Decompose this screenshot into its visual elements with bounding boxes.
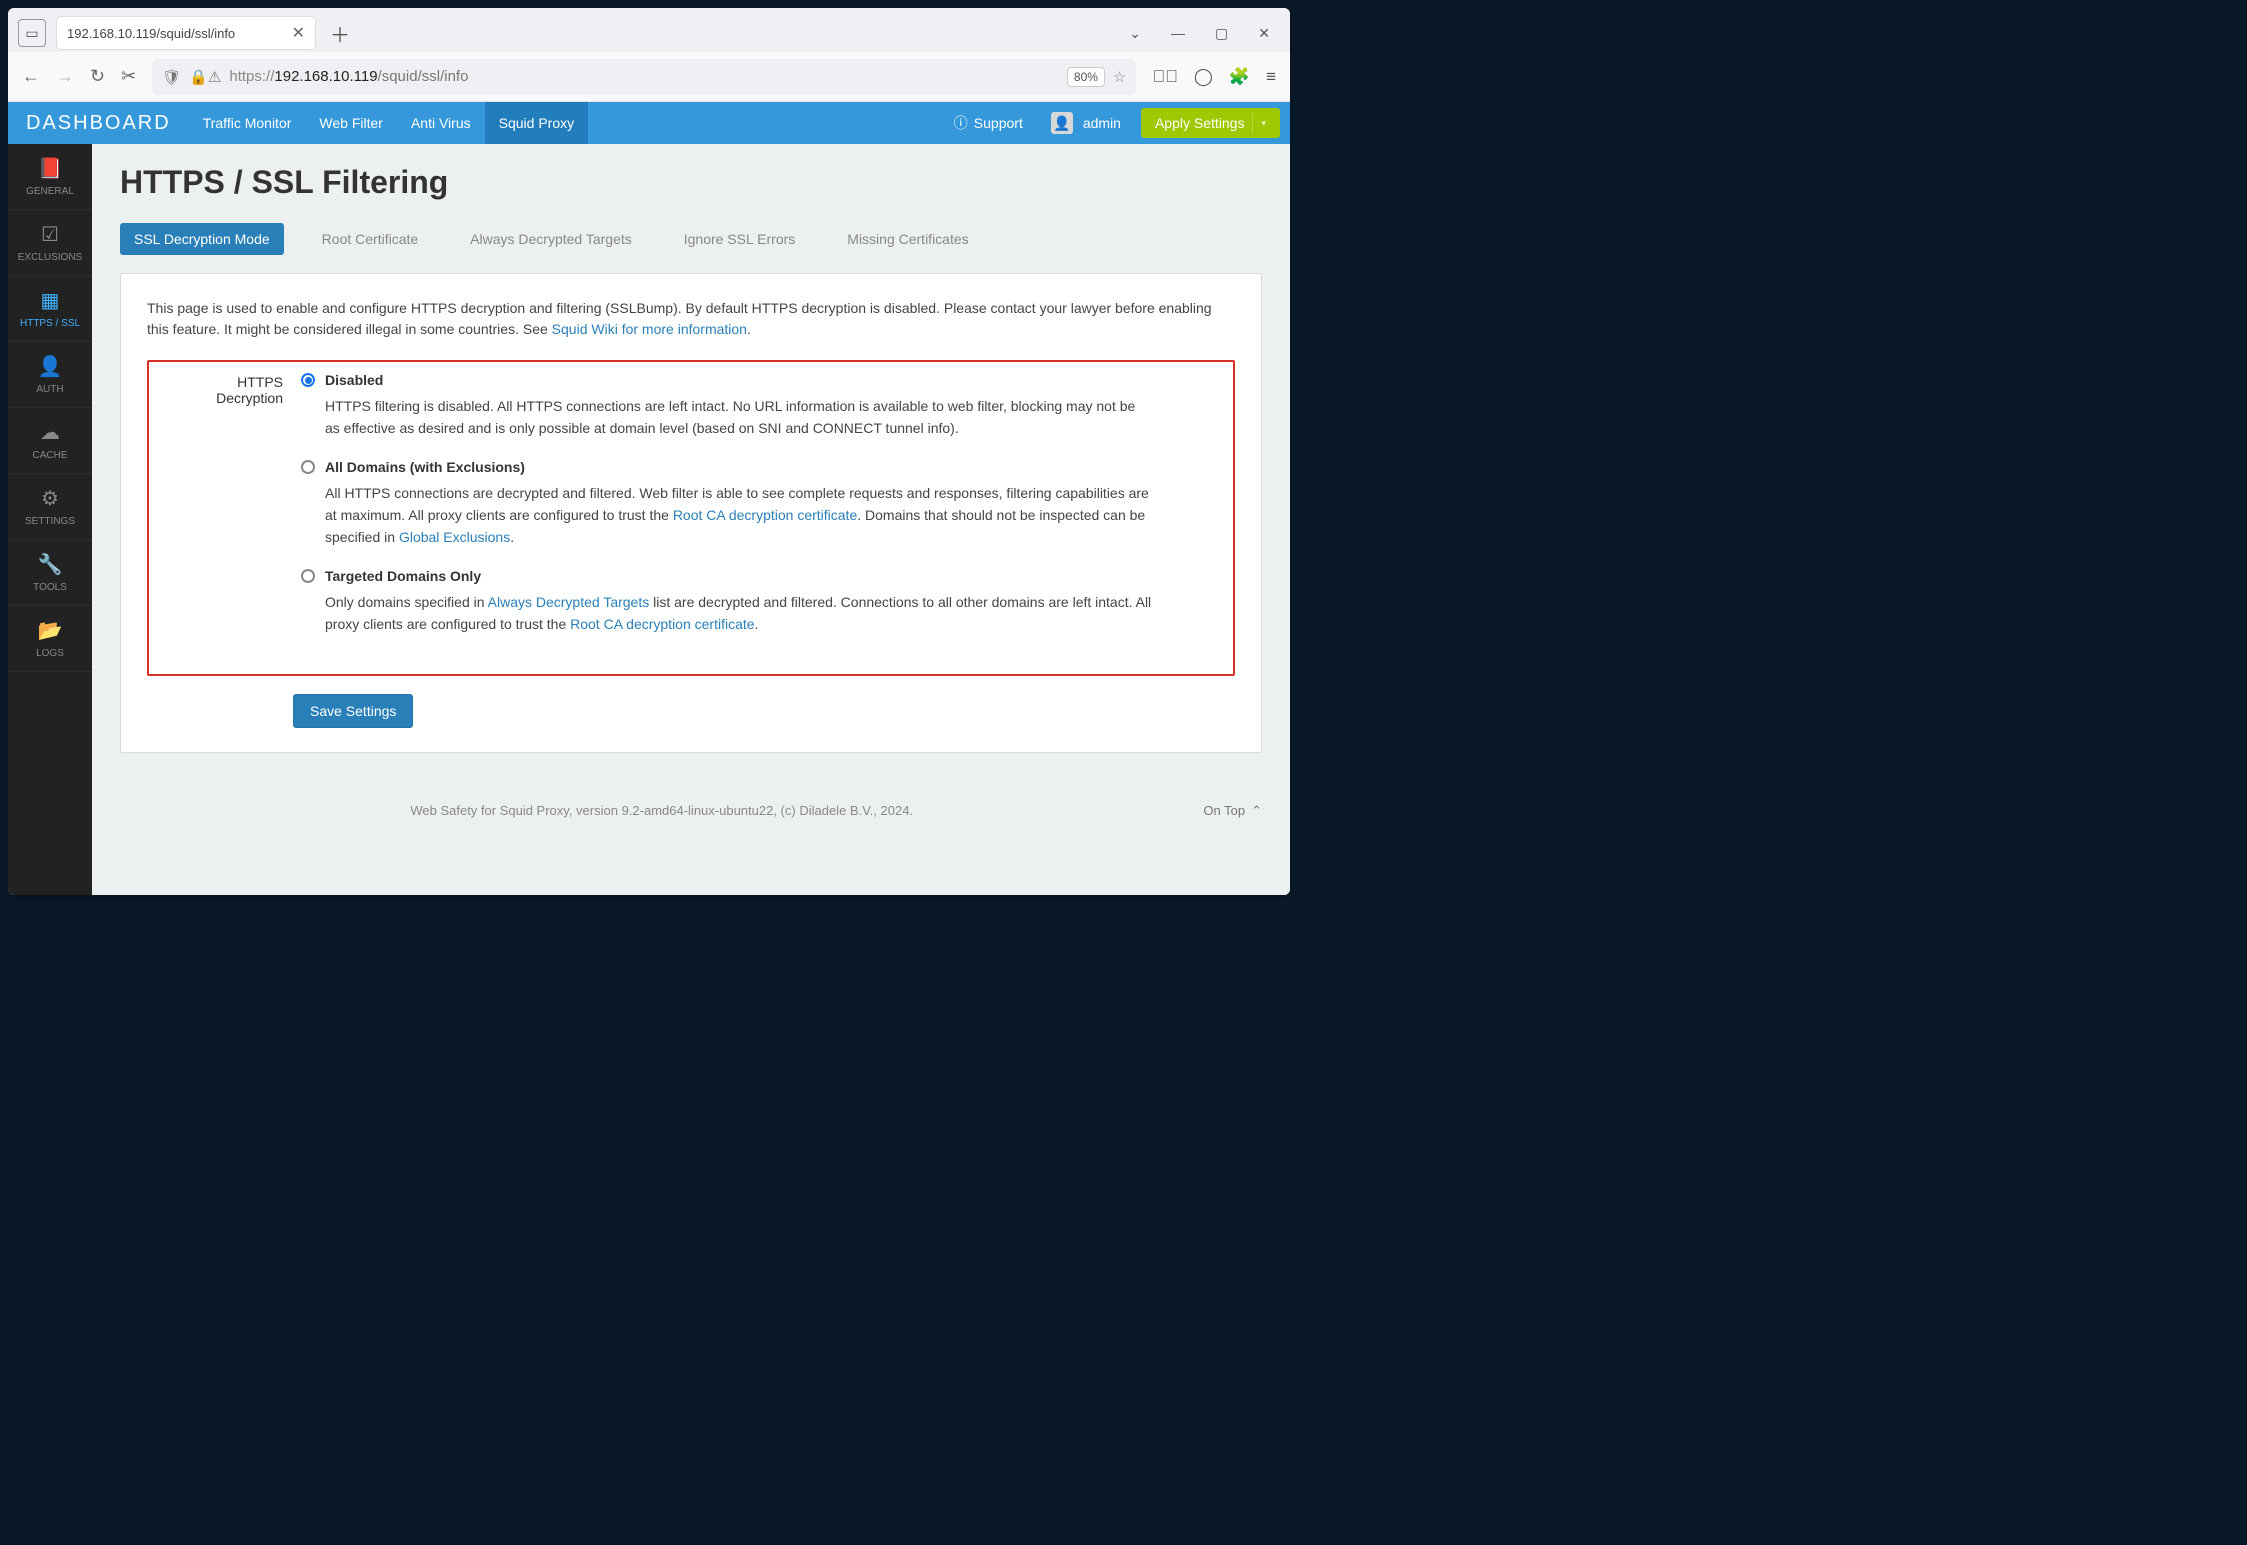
option-title: Disabled <box>325 372 383 388</box>
tab-title: 192.168.10.119/squid/ssl/info <box>67 26 235 41</box>
inline-link[interactable]: Root CA decryption certificate <box>673 507 857 523</box>
option-description: HTTPS filtering is disabled. All HTTPS c… <box>325 396 1153 439</box>
zoom-level[interactable]: 80% <box>1067 67 1105 87</box>
user-menu[interactable]: 👤 admin <box>1037 112 1135 134</box>
sidebar-item-label: EXCLUSIONS <box>18 252 82 263</box>
decryption-mode-form: HTTPS Decryption Disabled HTTPS filtering… <box>147 360 1235 676</box>
cloud-icon: ☁ <box>12 420 88 445</box>
squid-wiki-link[interactable]: Squid Wiki for more information <box>552 321 747 337</box>
sidebar-item-label: GENERAL <box>26 186 74 197</box>
user-icon: 👤 <box>12 354 88 379</box>
url-text: https://192.168.10.119/squid/ssl/info <box>229 68 1059 85</box>
restore-session-icon[interactable]: ▭ <box>18 19 46 47</box>
option-title: Targeted Domains Only <box>325 568 481 584</box>
radio-button[interactable] <box>301 373 315 387</box>
close-icon[interactable]: ✕ <box>292 23 305 43</box>
account-icon[interactable]: ◯ <box>1194 67 1213 87</box>
intro-text: This page is used to enable and configur… <box>147 298 1235 340</box>
tabs-dropdown-icon[interactable]: ⌄ <box>1129 25 1141 42</box>
chevron-up-icon: ⌃ <box>1251 803 1262 819</box>
form-label: HTTPS Decryption <box>173 372 301 656</box>
pocket-icon[interactable]: ⌄⃝ <box>1152 67 1178 87</box>
subtab-always-decrypted-targets[interactable]: Always Decrypted Targets <box>456 223 646 255</box>
sidebar-item-label: CACHE <box>32 450 67 461</box>
avatar-icon: 👤 <box>1051 112 1073 134</box>
shield-icon[interactable]: 🛡 <box>162 68 181 86</box>
apply-settings-button[interactable]: Apply Settings ▾ <box>1141 108 1280 138</box>
sidebar-item-label: HTTPS / SSL <box>20 318 80 329</box>
browser-toolbar: ← → ↻ ✂ 🛡 🔒⚠ https://192.168.10.119/squi… <box>8 52 1290 102</box>
browser-tab[interactable]: 192.168.10.119/squid/ssl/info ✕ <box>56 16 316 50</box>
inline-link[interactable]: Global Exclusions <box>399 529 510 545</box>
sidebar-item-https-ssl[interactable]: ▦ HTTPS / SSL <box>8 276 92 342</box>
sidebar-item-auth[interactable]: 👤 AUTH <box>8 342 92 408</box>
username: admin <box>1083 115 1121 131</box>
extensions-puzzle-icon[interactable]: 🧩 <box>1229 67 1250 87</box>
sidebar-item-settings[interactable]: ⚙ SETTINGS <box>8 474 92 540</box>
window-close-button[interactable]: ✕ <box>1258 25 1270 42</box>
top-nav: DASHBOARD Traffic MonitorWeb FilterAnti … <box>8 102 1290 144</box>
forward-button: → <box>56 66 74 87</box>
option-description: Only domains specified in Always Decrypt… <box>325 592 1153 635</box>
subtab-missing-certificates[interactable]: Missing Certificates <box>833 223 982 255</box>
gear-icon: ⚙ <box>12 486 88 511</box>
check-icon: ☑ <box>12 222 88 247</box>
sidebar-item-label: LOGS <box>36 648 64 659</box>
lock-warning-icon[interactable]: 🔒⚠ <box>189 68 221 86</box>
browser-window: ▭ 192.168.10.119/squid/ssl/info ✕ ＋ ⌄ — … <box>8 8 1290 895</box>
inline-link[interactable]: Root CA decryption certificate <box>570 616 754 632</box>
menu-icon[interactable]: ≡ <box>1266 67 1276 87</box>
folder-icon: 📂 <box>12 618 88 643</box>
subtab-ssl-decryption-mode[interactable]: SSL Decryption Mode <box>120 223 284 255</box>
on-top-link[interactable]: On Top ⌃ <box>1203 803 1262 819</box>
extensions-icon[interactable]: ✂ <box>121 66 136 87</box>
sidebar-item-cache[interactable]: ☁ CACHE <box>8 408 92 474</box>
sidebar-item-label: SETTINGS <box>25 516 75 527</box>
support-link[interactable]: ⓘ Support <box>940 113 1037 133</box>
option-title: All Domains (with Exclusions) <box>325 459 525 475</box>
subtab-root-certificate[interactable]: Root Certificate <box>308 223 432 255</box>
back-button[interactable]: ← <box>22 66 40 87</box>
option-disabled: Disabled HTTPS filtering is disabled. All… <box>301 372 1153 439</box>
page-title: HTTPS / SSL Filtering <box>120 164 1262 201</box>
wrench-icon: 🔧 <box>12 552 88 577</box>
window-maximize-button[interactable]: ▢ <box>1215 25 1228 42</box>
sidebar-item-label: TOOLS <box>33 582 67 593</box>
main-content: HTTPS / SSL Filtering SSL Decryption Mod… <box>92 144 1290 895</box>
topnav-item-squid-proxy[interactable]: Squid Proxy <box>485 102 588 144</box>
sidebar-item-tools[interactable]: 🔧 TOOLS <box>8 540 92 606</box>
subtab-ignore-ssl-errors[interactable]: Ignore SSL Errors <box>670 223 810 255</box>
topnav-item-web-filter[interactable]: Web Filter <box>305 102 397 144</box>
window-minimize-button[interactable]: — <box>1171 25 1185 41</box>
brand[interactable]: DASHBOARD <box>8 112 189 135</box>
bookmark-icon[interactable]: ☆ <box>1113 68 1126 86</box>
sidebar: 📕 GENERAL ☑ EXCLUSIONS ▦ HTTPS / SSL 👤 AUTH ☁ CAC… <box>8 144 92 895</box>
sidebar-item-label: AUTH <box>36 384 63 395</box>
content-panel: This page is used to enable and configur… <box>120 273 1262 753</box>
save-settings-button[interactable]: Save Settings <box>293 694 413 728</box>
topnav-item-traffic-monitor[interactable]: Traffic Monitor <box>189 102 306 144</box>
info-icon: ⓘ <box>954 113 968 133</box>
radio-button[interactable] <box>301 460 315 474</box>
footer-text: Web Safety for Squid Proxy, version 9.2-… <box>120 803 1203 818</box>
subtabs: SSL Decryption Mode Root Certificate Alway… <box>120 223 1262 255</box>
chevron-down-icon[interactable]: ▾ <box>1252 113 1266 133</box>
topnav-item-anti-virus[interactable]: Anti Virus <box>397 102 485 144</box>
sidebar-item-logs[interactable]: 📂 LOGS <box>8 606 92 672</box>
new-tab-button[interactable]: ＋ <box>326 19 354 47</box>
book-icon: 📕 <box>12 156 88 181</box>
address-bar[interactable]: 🛡 🔒⚠ https://192.168.10.119/squid/ssl/in… <box>152 59 1136 95</box>
sidebar-item-exclusions[interactable]: ☑ EXCLUSIONS <box>8 210 92 276</box>
option-targeted-domains-only: Targeted Domains Only Only domains specif… <box>301 568 1153 635</box>
footer: Web Safety for Squid Proxy, version 9.2-… <box>120 803 1262 819</box>
sidebar-item-general[interactable]: 📕 GENERAL <box>8 144 92 210</box>
grid-icon: ▦ <box>12 288 88 313</box>
tab-strip: ▭ 192.168.10.119/squid/ssl/info ✕ ＋ ⌄ — … <box>8 8 1290 52</box>
inline-link[interactable]: Always Decrypted Targets <box>488 594 650 610</box>
app: DASHBOARD Traffic MonitorWeb FilterAnti … <box>8 102 1290 895</box>
option-all-domains-with-exclusions-: All Domains (with Exclusions) All HTTPS c… <box>301 459 1153 548</box>
radio-button[interactable] <box>301 569 315 583</box>
option-description: All HTTPS connections are decrypted and … <box>325 483 1153 548</box>
reload-button[interactable]: ↻ <box>90 66 105 87</box>
